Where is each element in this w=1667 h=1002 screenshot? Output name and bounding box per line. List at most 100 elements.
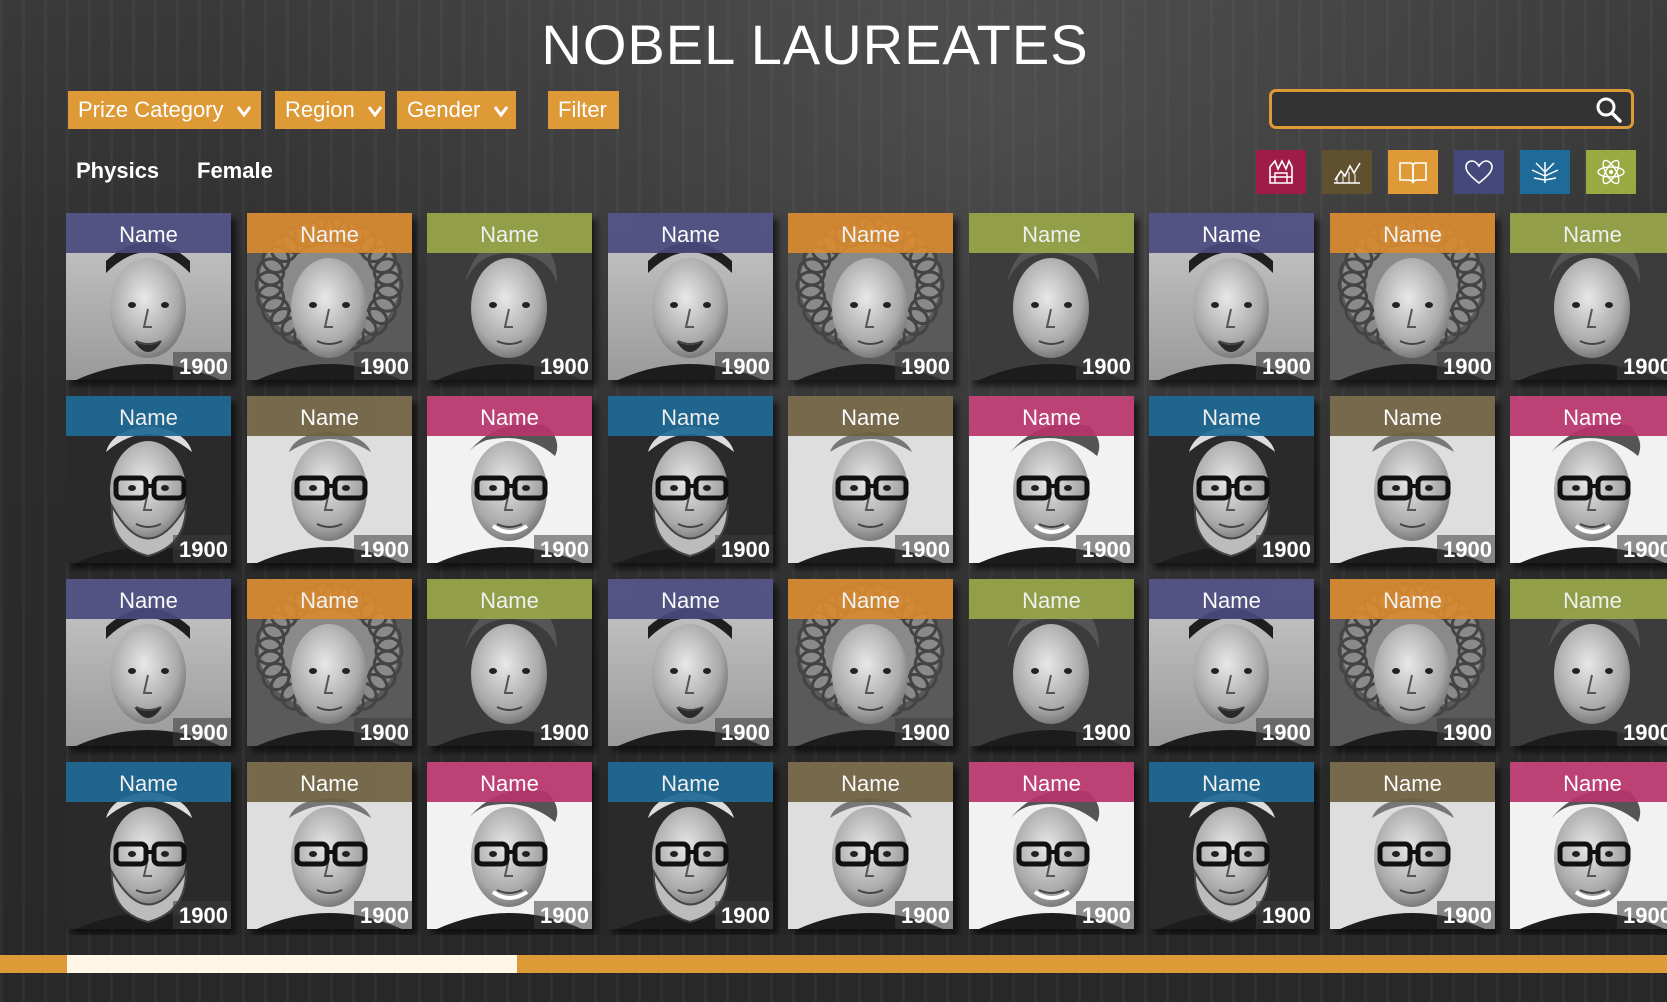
laureate-card[interactable]: Name 1900 <box>1330 396 1495 563</box>
laureate-card[interactable]: Name 1900 <box>247 396 412 563</box>
laureate-card[interactable]: Name 1900 <box>1149 396 1314 563</box>
laureate-card[interactable]: Name 1900 <box>788 579 953 746</box>
laureate-card[interactable]: Name 1900 <box>788 213 953 380</box>
laureate-name: Name <box>66 396 231 436</box>
laureate-card[interactable]: Name 1900 <box>427 579 592 746</box>
category-literature-button[interactable] <box>1388 150 1438 194</box>
laureate-card[interactable]: Name 1900 <box>427 213 592 380</box>
laureate-card[interactable]: Name 1900 <box>608 762 773 929</box>
laureate-name: Name <box>608 213 773 253</box>
laureate-year: 1900 <box>1076 901 1134 929</box>
laureate-card[interactable]: Name 1900 <box>969 579 1134 746</box>
laureate-year: 1900 <box>1437 352 1495 380</box>
laureate-name: Name <box>788 396 953 436</box>
laureate-card[interactable]: Name 1900 <box>1510 579 1667 746</box>
search-input[interactable] <box>1282 98 1586 124</box>
medicine-icon <box>1531 162 1559 183</box>
scrollbar-thumb[interactable] <box>67 955 517 973</box>
laureate-name: Name <box>1510 213 1667 253</box>
laureate-year: 1900 <box>895 718 953 746</box>
laureate-card[interactable]: Name 1900 <box>1149 213 1314 380</box>
category-medicine-button[interactable] <box>1520 150 1570 194</box>
laureate-name: Name <box>1149 579 1314 619</box>
literature-icon <box>1399 162 1427 184</box>
laureate-card[interactable]: Name 1900 <box>969 396 1134 563</box>
laureate-year: 1900 <box>1617 718 1667 746</box>
laureate-card[interactable]: Name 1900 <box>1330 579 1495 746</box>
laureate-card[interactable]: Name 1900 <box>608 213 773 380</box>
laureate-card[interactable]: Name 1900 <box>66 213 231 380</box>
laureate-name: Name <box>969 579 1134 619</box>
laureate-card[interactable]: Name 1900 <box>969 213 1134 380</box>
laureate-year: 1900 <box>354 352 412 380</box>
economics-icon <box>1334 162 1361 184</box>
category-economics-button[interactable] <box>1322 150 1372 194</box>
laureate-name: Name <box>247 762 412 802</box>
gender-dropdown[interactable]: Gender <box>397 91 516 129</box>
laureate-name: Name <box>1149 213 1314 253</box>
laureate-year: 1900 <box>715 352 773 380</box>
laureate-card[interactable]: Name 1900 <box>247 579 412 746</box>
laureate-card[interactable]: Name 1900 <box>247 762 412 929</box>
laureate-year: 1900 <box>1256 535 1314 563</box>
laureate-name: Name <box>608 396 773 436</box>
laureate-year: 1900 <box>173 535 231 563</box>
laureate-card[interactable]: Name 1900 <box>969 762 1134 929</box>
laureate-card[interactable]: Name 1900 <box>1330 762 1495 929</box>
region-dropdown[interactable]: Region <box>275 91 385 129</box>
laureate-card[interactable]: Name 1900 <box>66 579 231 746</box>
chevron-down-icon <box>236 106 251 118</box>
laureate-card[interactable]: Name 1900 <box>66 762 231 929</box>
laureate-card[interactable]: Name 1900 <box>1330 213 1495 380</box>
laureate-card[interactable]: Name 1900 <box>1510 213 1667 380</box>
laureate-year: 1900 <box>895 901 953 929</box>
laureate-card[interactable]: Name 1900 <box>1149 579 1314 746</box>
gender-label: Gender <box>407 97 481 122</box>
laureate-name: Name <box>247 396 412 436</box>
laureate-year: 1900 <box>1437 535 1495 563</box>
prize-category-dropdown[interactable]: Prize Category <box>68 91 261 129</box>
laureate-card[interactable]: Name 1900 <box>1510 396 1667 563</box>
active-filter-physics[interactable]: Physics <box>76 158 159 184</box>
category-physics-button[interactable] <box>1586 150 1636 194</box>
laureate-year: 1900 <box>715 718 773 746</box>
search-box[interactable] <box>1269 89 1634 129</box>
laureate-name: Name <box>608 579 773 619</box>
chevron-down-icon <box>493 106 508 118</box>
search-icon[interactable] <box>1595 96 1623 124</box>
laureate-card[interactable]: Name 1900 <box>66 396 231 563</box>
laureate-year: 1900 <box>715 535 773 563</box>
laureate-card[interactable]: Name 1900 <box>427 396 592 563</box>
laureate-name: Name <box>1330 579 1495 619</box>
laureate-name: Name <box>247 579 412 619</box>
laureate-card[interactable]: Name 1900 <box>788 396 953 563</box>
category-chemistry-button[interactable] <box>1256 150 1306 194</box>
laureate-year: 1900 <box>1617 352 1667 380</box>
laureate-card[interactable]: Name 1900 <box>1510 762 1667 929</box>
laureate-name: Name <box>1330 762 1495 802</box>
laureate-card[interactable]: Name 1900 <box>247 213 412 380</box>
atom-icon <box>1597 159 1625 185</box>
laureate-year: 1900 <box>1256 352 1314 380</box>
prize-category-label: Prize Category <box>78 97 224 122</box>
laureate-year: 1900 <box>715 901 773 929</box>
laureate-name: Name <box>247 213 412 253</box>
chemistry-icon <box>1269 159 1293 184</box>
laureate-year: 1900 <box>1437 901 1495 929</box>
laureate-year: 1900 <box>354 901 412 929</box>
laureate-card[interactable]: Name 1900 <box>1149 762 1314 929</box>
laureate-year: 1900 <box>1076 718 1134 746</box>
category-peace-button[interactable] <box>1454 150 1504 194</box>
filter-button[interactable]: Filter <box>548 91 619 129</box>
laureate-name: Name <box>427 579 592 619</box>
laureate-card[interactable]: Name 1900 <box>608 579 773 746</box>
laureate-card[interactable]: Name 1900 <box>788 762 953 929</box>
laureate-name: Name <box>1149 396 1314 436</box>
laureate-year: 1900 <box>895 535 953 563</box>
laureate-card[interactable]: Name 1900 <box>608 396 773 563</box>
laureate-year: 1900 <box>534 352 592 380</box>
laureate-name: Name <box>788 579 953 619</box>
active-filter-female[interactable]: Female <box>197 158 273 184</box>
laureate-card[interactable]: Name 1900 <box>427 762 592 929</box>
laureate-year: 1900 <box>1617 535 1667 563</box>
